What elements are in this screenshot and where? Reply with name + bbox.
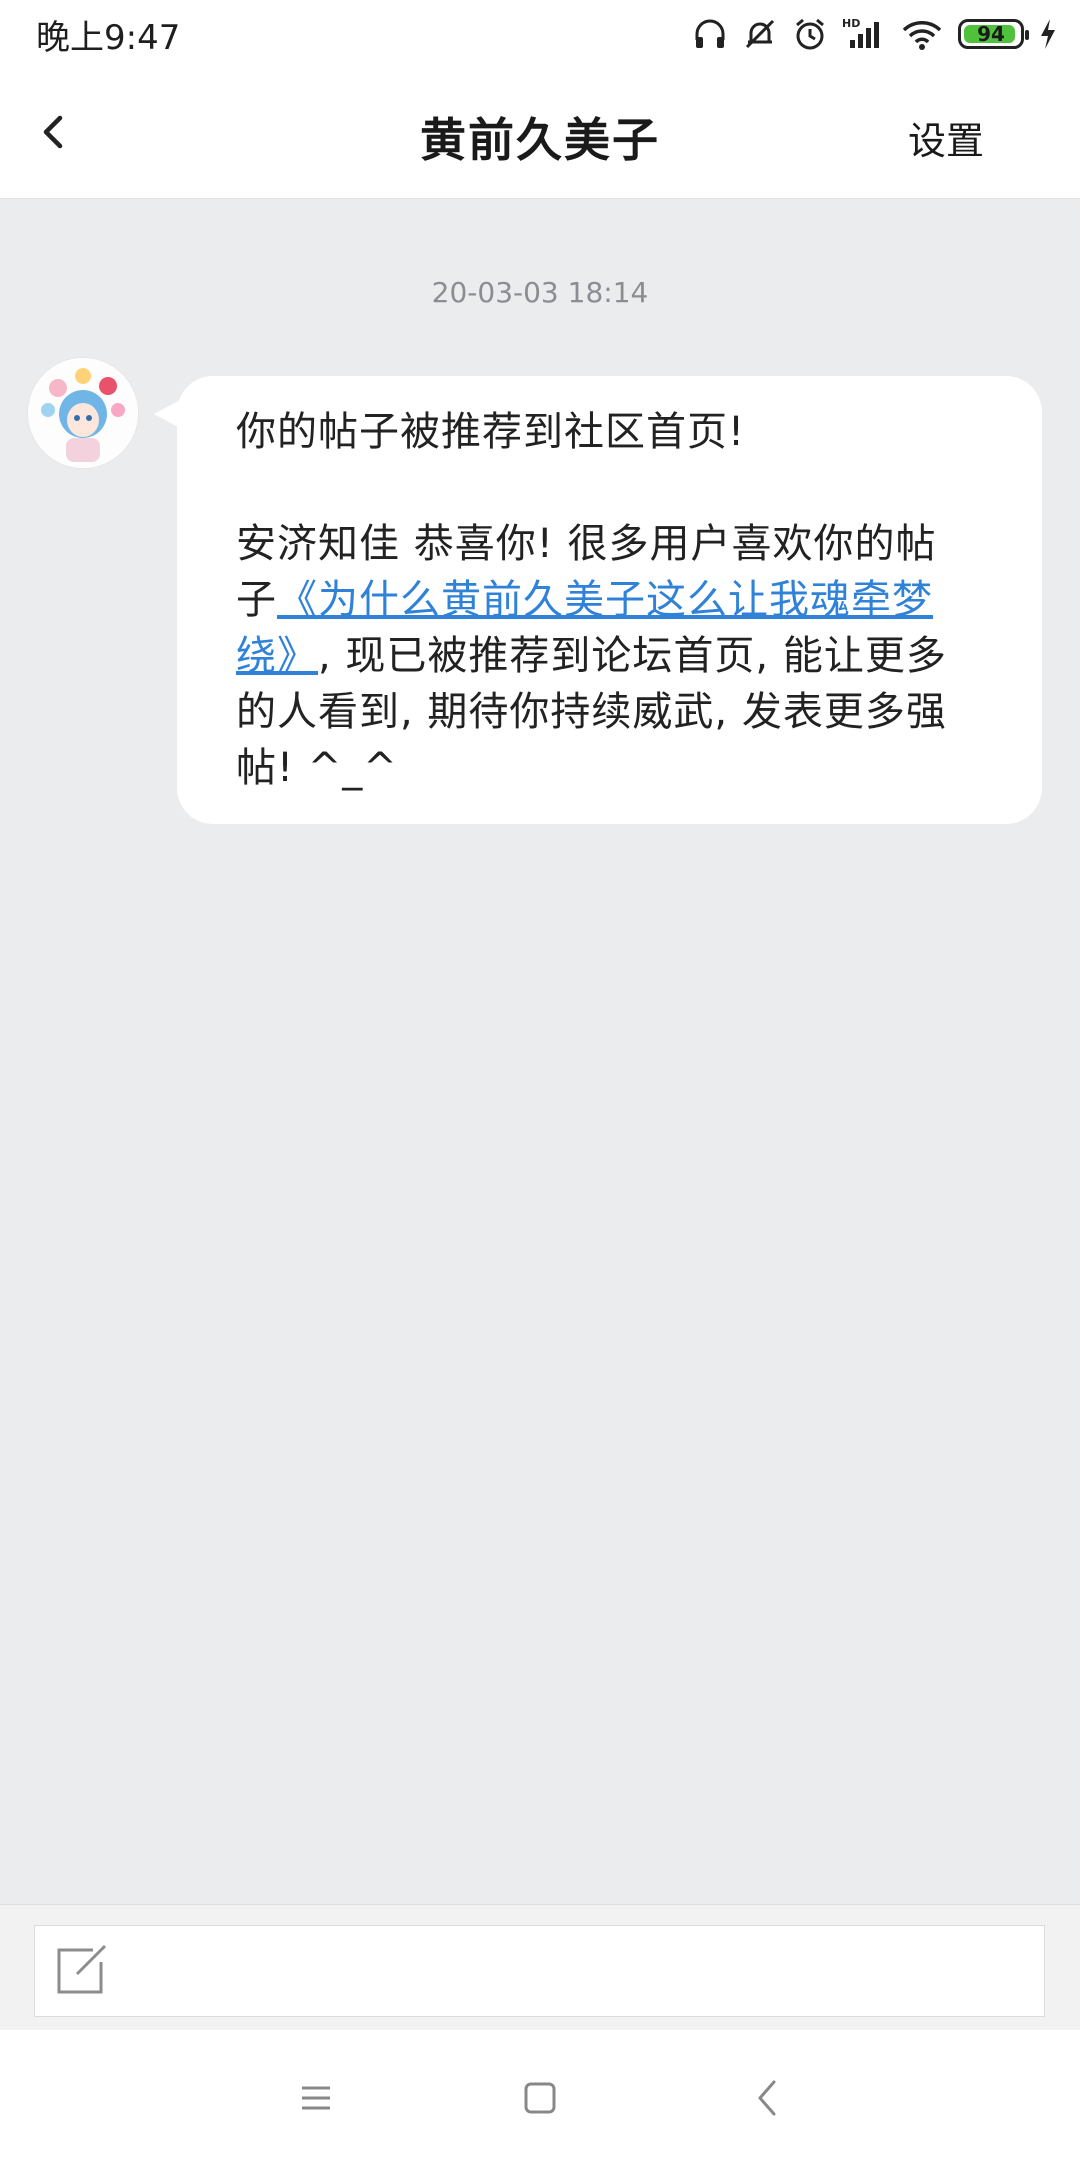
- status-icons: HD 94: [692, 14, 1058, 54]
- battery-level: 94: [977, 22, 1005, 46]
- system-back-button[interactable]: [740, 2070, 796, 2126]
- svg-text:HD: HD: [842, 17, 860, 30]
- message-line: 帖! ^_^: [236, 745, 398, 791]
- message-line: 的人看到, 期待你持续威武, 发表更多强: [236, 689, 947, 735]
- back-icon: [758, 2080, 776, 2116]
- alarm-icon: [792, 16, 828, 52]
- message-line: 子《为什么黄前久美子这么让我魂牵梦: [236, 572, 992, 628]
- compose-icon[interactable]: [53, 1942, 109, 1998]
- message-input[interactable]: [34, 1925, 1045, 2017]
- headphones-icon: [692, 16, 728, 52]
- settings-button[interactable]: 设置: [908, 110, 984, 165]
- message-line: 你的帖子被推荐到社区首页!: [236, 409, 746, 455]
- charging-icon: [1038, 16, 1058, 52]
- menu-button[interactable]: [288, 2070, 344, 2126]
- battery-icon: 94: [958, 19, 1029, 49]
- message-timestamp: 20-03-03 18:14: [431, 276, 649, 309]
- message-line: 绕》, 现已被推荐到论坛首页, 能让更多: [236, 628, 992, 684]
- mute-icon: [742, 16, 778, 52]
- post-link[interactable]: 绕》: [236, 633, 318, 679]
- home-icon: [524, 2082, 556, 2114]
- avatar[interactable]: [28, 358, 138, 468]
- status-bar: 晚上9:47 HD 94: [0, 0, 1080, 66]
- message-bubble: 你的帖子被推荐到社区首页! 安济知佳 恭喜你! 很多用户喜欢你的帖 子《为什么黄…: [177, 376, 1042, 824]
- nav-bar: 黄前久美子 设置: [0, 66, 1080, 199]
- home-button[interactable]: [512, 2070, 568, 2126]
- system-nav-bar: [0, 2030, 1080, 2160]
- input-bar: [0, 1904, 1080, 2031]
- status-time: 晚上9:47: [36, 18, 181, 58]
- menu-icon: [302, 2086, 330, 2110]
- wifi-icon: [900, 16, 944, 52]
- post-link[interactable]: 《为什么黄前久美子这么让我魂牵梦: [277, 577, 933, 623]
- message-text: , 现已被推荐到论坛首页, 能让更多: [318, 633, 947, 679]
- hd-signal-icon: HD: [842, 16, 886, 52]
- message-line: 安济知佳 恭喜你! 很多用户喜欢你的帖: [236, 521, 937, 567]
- avatar-image: [28, 358, 138, 468]
- message-text: 子: [236, 577, 277, 623]
